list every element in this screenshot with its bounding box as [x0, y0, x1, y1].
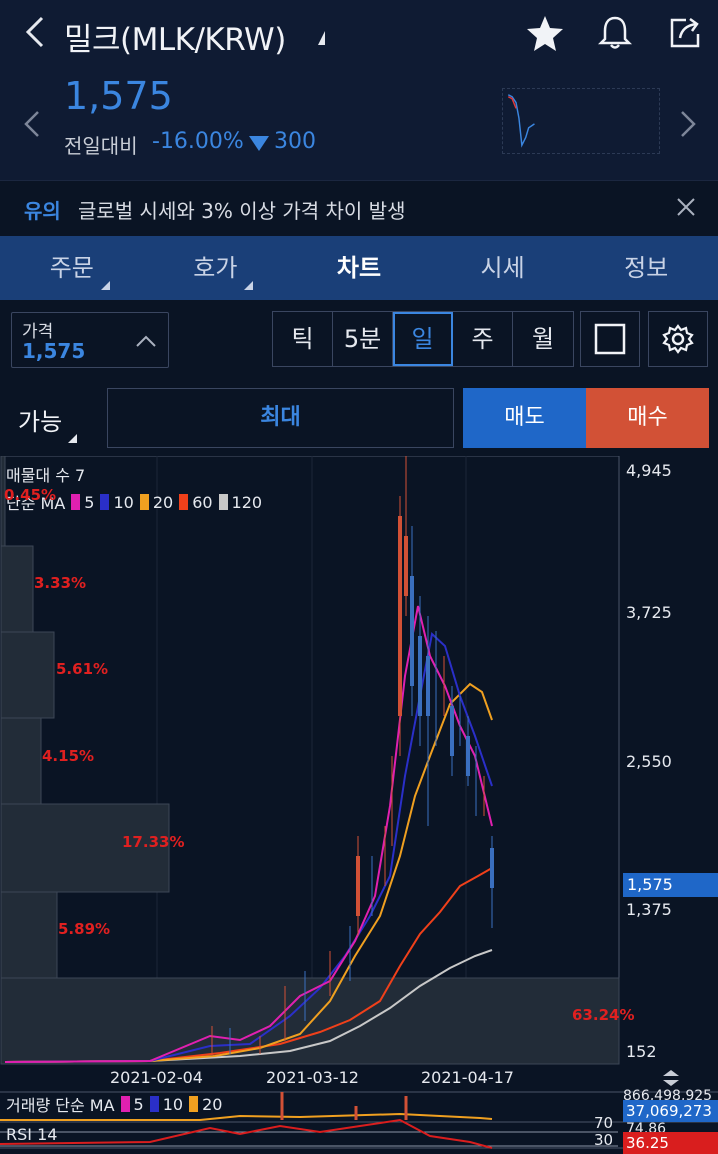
buy-button[interactable]: 매수: [586, 388, 709, 448]
y-axis-tick: 4,945: [626, 461, 672, 480]
volume-legend-label: 거래량 단순 MA: [6, 1096, 115, 1115]
down-triangle-icon: [249, 136, 269, 151]
volume-profile-pct: 3.33%: [34, 574, 87, 592]
settings-button[interactable]: [648, 311, 708, 367]
ma-20-swatch: [139, 494, 149, 510]
star-icon[interactable]: [524, 12, 566, 54]
ma-60-label: 60: [192, 492, 213, 512]
tab-label: 주문: [49, 254, 94, 282]
chevron-up-icon: [136, 335, 156, 347]
vol-ma-5-label: 5: [133, 1094, 144, 1114]
price-selector-value: 1,575: [22, 339, 86, 363]
ma-120-swatch: [218, 494, 228, 510]
notice-text: 글로벌 시세와 3% 이상 가격 차이 발생: [78, 199, 406, 223]
sell-button[interactable]: 매도: [463, 388, 586, 448]
ma-5-label: 5: [84, 492, 95, 512]
back-arrow-icon[interactable]: [18, 12, 52, 52]
change-amount: 300: [274, 129, 316, 154]
coin-title[interactable]: 밀크(MLK/KRW): [64, 14, 286, 59]
x-axis-tick: 2021-02-04: [110, 1068, 203, 1087]
ma-5-swatch: [71, 494, 81, 510]
volume-profile-pct: 0.45%: [4, 486, 57, 504]
close-icon[interactable]: [672, 193, 700, 221]
current-price: 1,575: [64, 74, 173, 118]
header: 밀크(MLK/KRW) 1,575 전일대비 -16.00% 300: [0, 0, 718, 180]
y-axis-tick: 3,725: [626, 603, 672, 622]
volume-profile-pct: 63.24%: [572, 1006, 635, 1024]
volume-profile-pct: 4.15%: [42, 747, 95, 765]
volume-profile-pct: 5.61%: [56, 660, 109, 678]
change-percent: -16.00%: [152, 129, 244, 154]
ma-10-label: 10: [113, 492, 134, 512]
y-axis-tick: 152: [626, 1042, 657, 1061]
tab-label: 차트: [336, 254, 382, 282]
y-axis-tick: 2,550: [626, 752, 672, 771]
mini-sparkline-chart: [502, 88, 660, 154]
available-caret-icon: [68, 434, 77, 443]
max-button[interactable]: 최대: [107, 388, 454, 448]
volume-profile-pct: 17.33%: [122, 833, 185, 851]
square-icon: [594, 323, 626, 355]
title-dropdown-caret-icon[interactable]: [318, 31, 325, 45]
vol-ma-10-swatch: [149, 1096, 159, 1112]
available-label[interactable]: 가능: [18, 402, 62, 437]
tab-info[interactable]: 정보: [574, 236, 718, 300]
volume-profile-count: 매물대 수 7: [6, 466, 86, 485]
tab-chart[interactable]: 차트: [287, 236, 431, 300]
price-selector[interactable]: 가격 1,575: [11, 312, 169, 368]
tab-caret-icon: [100, 281, 110, 290]
ma-60-swatch: [179, 494, 189, 510]
volume-current-badge: 37,069,273: [623, 1100, 718, 1122]
notice-tag: 유의: [24, 199, 61, 223]
fullscreen-button[interactable]: [580, 311, 640, 367]
tab-orderbook[interactable]: 호가: [144, 236, 288, 300]
period-month[interactable]: 월: [513, 312, 573, 366]
rsi-level-30: 30: [594, 1131, 614, 1149]
warning-notice: 유의 글로벌 시세와 3% 이상 가격 차이 발생: [0, 180, 718, 234]
x-axis-tick: 2021-03-12: [266, 1068, 359, 1087]
tab-caret-icon: [244, 281, 254, 290]
prev-coin-icon[interactable]: [20, 104, 44, 144]
vol-ma-10-label: 10: [162, 1094, 184, 1114]
main-tabs: 주문 호가 차트 시세 정보: [0, 236, 718, 300]
pane-resize-icon[interactable]: [660, 1068, 682, 1088]
rsi-current-badge: 36.25: [623, 1132, 718, 1154]
change-label: 전일대비: [64, 134, 138, 158]
rsi-level-70: 70: [594, 1114, 614, 1132]
period-tick[interactable]: 틱: [273, 312, 333, 366]
tab-label: 호가: [193, 254, 238, 282]
volume-profile-pct: 5.89%: [58, 920, 111, 938]
share-icon[interactable]: [664, 12, 706, 54]
y-axis-tick: 1,375: [626, 900, 672, 919]
vol-ma-5-swatch: [120, 1096, 130, 1112]
period-5min[interactable]: 5분: [333, 312, 393, 366]
ma-20-label: 20: [152, 492, 174, 512]
next-coin-icon[interactable]: [676, 104, 700, 144]
tab-quotes[interactable]: 시세: [431, 236, 575, 300]
vol-ma-20-label: 20: [202, 1094, 223, 1114]
period-week[interactable]: 주: [453, 312, 513, 366]
tab-order[interactable]: 주문: [0, 236, 144, 300]
x-axis-tick: 2021-04-17: [421, 1068, 514, 1087]
ma-10-swatch: [100, 494, 110, 510]
order-bar: 가능 최대 매도 매수: [0, 382, 718, 454]
ma-120-label: 120: [231, 492, 263, 512]
period-day[interactable]: 일: [393, 312, 453, 366]
vol-ma-20-swatch: [189, 1096, 199, 1112]
volume-legend: 거래량 단순 MA 5 10 20: [6, 1092, 222, 1116]
tab-label: 시세: [480, 254, 525, 282]
rsi-label: RSI 14: [6, 1125, 58, 1144]
current-price-marker: 1,575: [623, 873, 718, 897]
bell-icon[interactable]: [594, 12, 636, 54]
tab-label: 정보: [624, 254, 669, 282]
chart-controls: 가격 1,575 틱 5분 일 주 월: [0, 300, 718, 382]
candlestick-chart[interactable]: [0, 456, 718, 1154]
period-selector: 틱 5분 일 주 월: [272, 311, 574, 367]
gear-icon: [662, 324, 694, 354]
